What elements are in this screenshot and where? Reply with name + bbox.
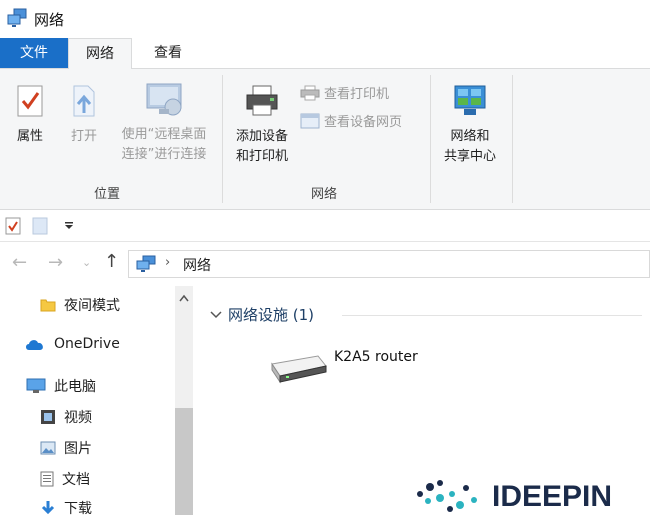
properties-small-icon[interactable] <box>5 217 21 235</box>
sharing-center-label-2: 共享中心 <box>443 149 496 164</box>
quick-access-toolbar <box>0 210 650 242</box>
breadcrumb-location[interactable]: 网络 <box>183 255 211 275</box>
computer-icon <box>26 378 46 393</box>
webpage-icon <box>300 113 320 128</box>
window-title: 网络 <box>34 11 65 29</box>
group-separator <box>222 75 223 203</box>
address-row: ← → ⌄ ↑ › 网络 <box>0 242 650 286</box>
remote-desktop-label-2: 连接”进行连接 <box>121 147 207 162</box>
nav-item-videos[interactable]: 视频 <box>40 407 92 427</box>
nav-item-onedrive[interactable]: OneDrive <box>24 336 120 352</box>
nav-item-label: 此电脑 <box>54 379 96 395</box>
scroll-up-icon[interactable] <box>179 294 189 302</box>
sharing-center-button[interactable]: 网络和 共享中心 <box>436 83 504 167</box>
download-icon <box>41 501 55 515</box>
group-title: 网络设施 (1) <box>228 306 315 324</box>
router-device-item[interactable] <box>266 352 328 390</box>
chevron-down-icon[interactable] <box>64 222 74 230</box>
ribbon: 属性 打开 使用“远程桌面 连接”进行连接 位置 添加设备 和打印机 查看打印机… <box>0 68 650 210</box>
printer-icon <box>246 85 278 116</box>
group-divider <box>342 315 642 316</box>
view-device-webpage-label: 查看设备网页 <box>324 115 403 130</box>
remote-desktop-label-1: 使用“远程桌面 <box>121 127 207 142</box>
network-infrastructure-group-header[interactable]: 网络设施 (1) <box>210 304 314 325</box>
open-icon <box>73 85 95 117</box>
title-bar: 网络 <box>0 0 650 38</box>
cloud-icon <box>26 340 43 350</box>
nav-item-downloads[interactable]: 下载 <box>40 498 92 518</box>
properties-icon <box>17 85 43 117</box>
network-icon <box>7 8 27 27</box>
remote-desktop-icon <box>146 83 182 116</box>
forward-arrow-icon[interactable]: → <box>48 252 63 273</box>
nav-item-label: 文档 <box>62 472 90 488</box>
up-arrow-icon[interactable]: ↑ <box>104 251 119 272</box>
properties-label: 属性 <box>16 129 43 144</box>
document-icon <box>40 471 54 487</box>
chevron-down-icon <box>210 310 222 318</box>
tab-view[interactable]: 查看 <box>132 38 204 68</box>
nav-item-label: 下载 <box>64 501 92 517</box>
picture-icon <box>40 441 56 455</box>
group-label-location: 位置 <box>94 187 121 202</box>
network-icon <box>136 255 156 272</box>
sharing-center-icon <box>454 85 486 115</box>
nav-scroll-thumb[interactable] <box>175 408 193 515</box>
properties-button[interactable]: 属性 <box>8 83 52 147</box>
nav-item-pictures[interactable]: 图片 <box>40 438 92 458</box>
nav-item-label: 夜间模式 <box>64 298 120 314</box>
nav-item-this-pc[interactable]: 此电脑 <box>26 376 96 396</box>
view-device-webpage-button[interactable]: 查看设备网页 <box>300 111 402 130</box>
device-name[interactable]: K2A5 router <box>334 349 418 365</box>
add-devices-button[interactable]: 添加设备 和打印机 <box>226 83 298 167</box>
new-folder-icon[interactable] <box>32 217 48 235</box>
watermark-logo-icon <box>417 480 477 512</box>
ribbon-tabs: 文件 网络 查看 <box>0 38 650 69</box>
open-label: 打开 <box>70 129 97 144</box>
video-icon <box>41 410 55 424</box>
watermark-text: IDEEPIN <box>492 480 613 513</box>
nav-item-label: 视频 <box>64 410 92 426</box>
nav-item-documents[interactable]: 文档 <box>40 469 90 489</box>
address-bar[interactable]: › 网络 <box>128 250 650 278</box>
router-icon <box>271 355 327 384</box>
view-printers-label: 查看打印机 <box>324 87 390 102</box>
back-arrow-icon[interactable]: ← <box>12 252 27 273</box>
group-separator <box>512 75 513 203</box>
nav-item-label: 图片 <box>64 441 92 457</box>
recent-chevron-icon[interactable]: ⌄ <box>82 256 91 269</box>
group-separator <box>430 75 431 203</box>
nav-item-label: OneDrive <box>54 336 120 352</box>
tab-file[interactable]: 文件 <box>0 38 68 68</box>
add-devices-label-1: 添加设备 <box>235 129 288 144</box>
sharing-center-label-1: 网络和 <box>450 129 490 144</box>
nav-item-night-mode[interactable]: 夜间模式 <box>40 295 120 315</box>
add-devices-label-2: 和打印机 <box>235 149 288 164</box>
folder-icon <box>40 299 56 312</box>
remote-desktop-button[interactable]: 使用“远程桌面 连接”进行连接 <box>112 81 216 165</box>
breadcrumb-separator-icon[interactable]: › <box>165 255 170 270</box>
tab-network[interactable]: 网络 <box>68 38 132 69</box>
printer-small-icon <box>300 85 320 100</box>
group-label-network: 网络 <box>311 187 338 202</box>
view-printers-button[interactable]: 查看打印机 <box>300 83 389 102</box>
navigation-pane: 夜间模式 OneDrive 此电脑 视频 图片 文档 下载 <box>0 286 196 518</box>
open-button[interactable]: 打开 <box>62 83 106 147</box>
